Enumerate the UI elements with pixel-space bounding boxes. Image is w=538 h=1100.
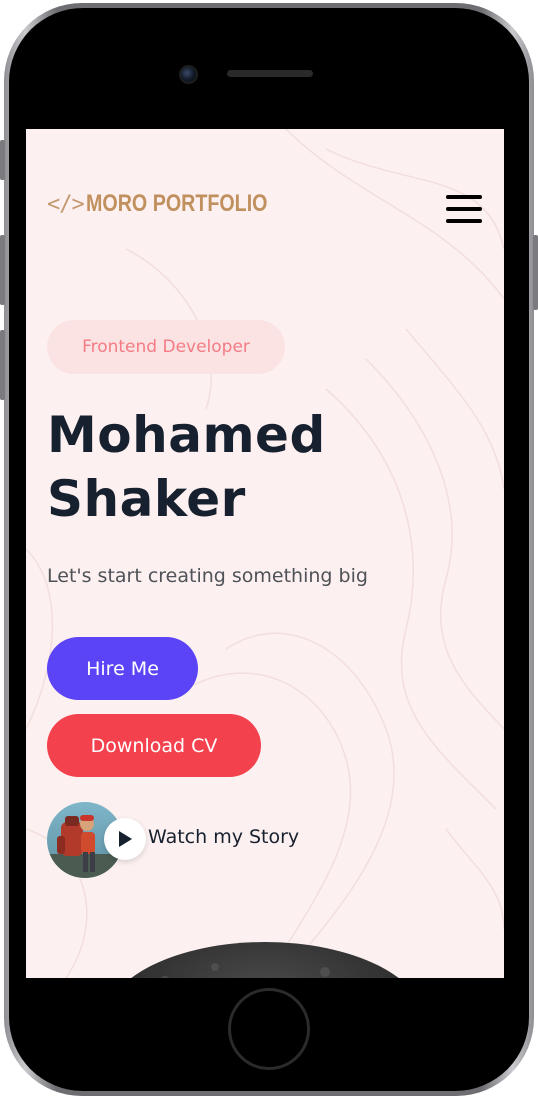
- front-camera: [179, 65, 198, 84]
- volume-up-button: [0, 235, 5, 305]
- mute-switch: [0, 140, 5, 180]
- download-cv-button[interactable]: Download CV: [47, 714, 261, 777]
- hero-name-first: Mohamed: [47, 406, 326, 464]
- volume-down-button: [0, 330, 5, 400]
- hamburger-menu-icon[interactable]: [444, 192, 484, 226]
- role-badge: Frontend Developer: [47, 320, 285, 374]
- phone-bezel: </> MORO PORTFOLIO Frontend Developer Mo…: [9, 8, 529, 1091]
- hero-tagline: Let's start creating something big: [47, 565, 368, 587]
- watch-story-link[interactable]: Watch my Story: [47, 802, 299, 878]
- menu-bar-top: [446, 195, 482, 199]
- power-button: [533, 235, 538, 310]
- play-icon: [119, 831, 132, 847]
- site-logo[interactable]: </> MORO PORTFOLIO: [47, 190, 307, 218]
- home-button[interactable]: [228, 988, 310, 1070]
- earpiece-speaker: [227, 70, 313, 77]
- menu-bar-bottom: [446, 219, 482, 223]
- phone-frame: </> MORO PORTFOLIO Frontend Developer Mo…: [4, 3, 534, 1096]
- menu-bar-middle: [446, 207, 482, 211]
- hire-me-button[interactable]: Hire Me: [47, 637, 198, 700]
- screen: </> MORO PORTFOLIO Frontend Developer Mo…: [26, 129, 504, 978]
- code-brackets-icon: </>: [47, 191, 85, 217]
- hero-name-last: Shaker: [47, 470, 246, 528]
- logo-text: MORO PORTFOLIO: [85, 190, 268, 217]
- play-button[interactable]: [104, 818, 146, 860]
- watch-story-label: Watch my Story: [148, 826, 300, 848]
